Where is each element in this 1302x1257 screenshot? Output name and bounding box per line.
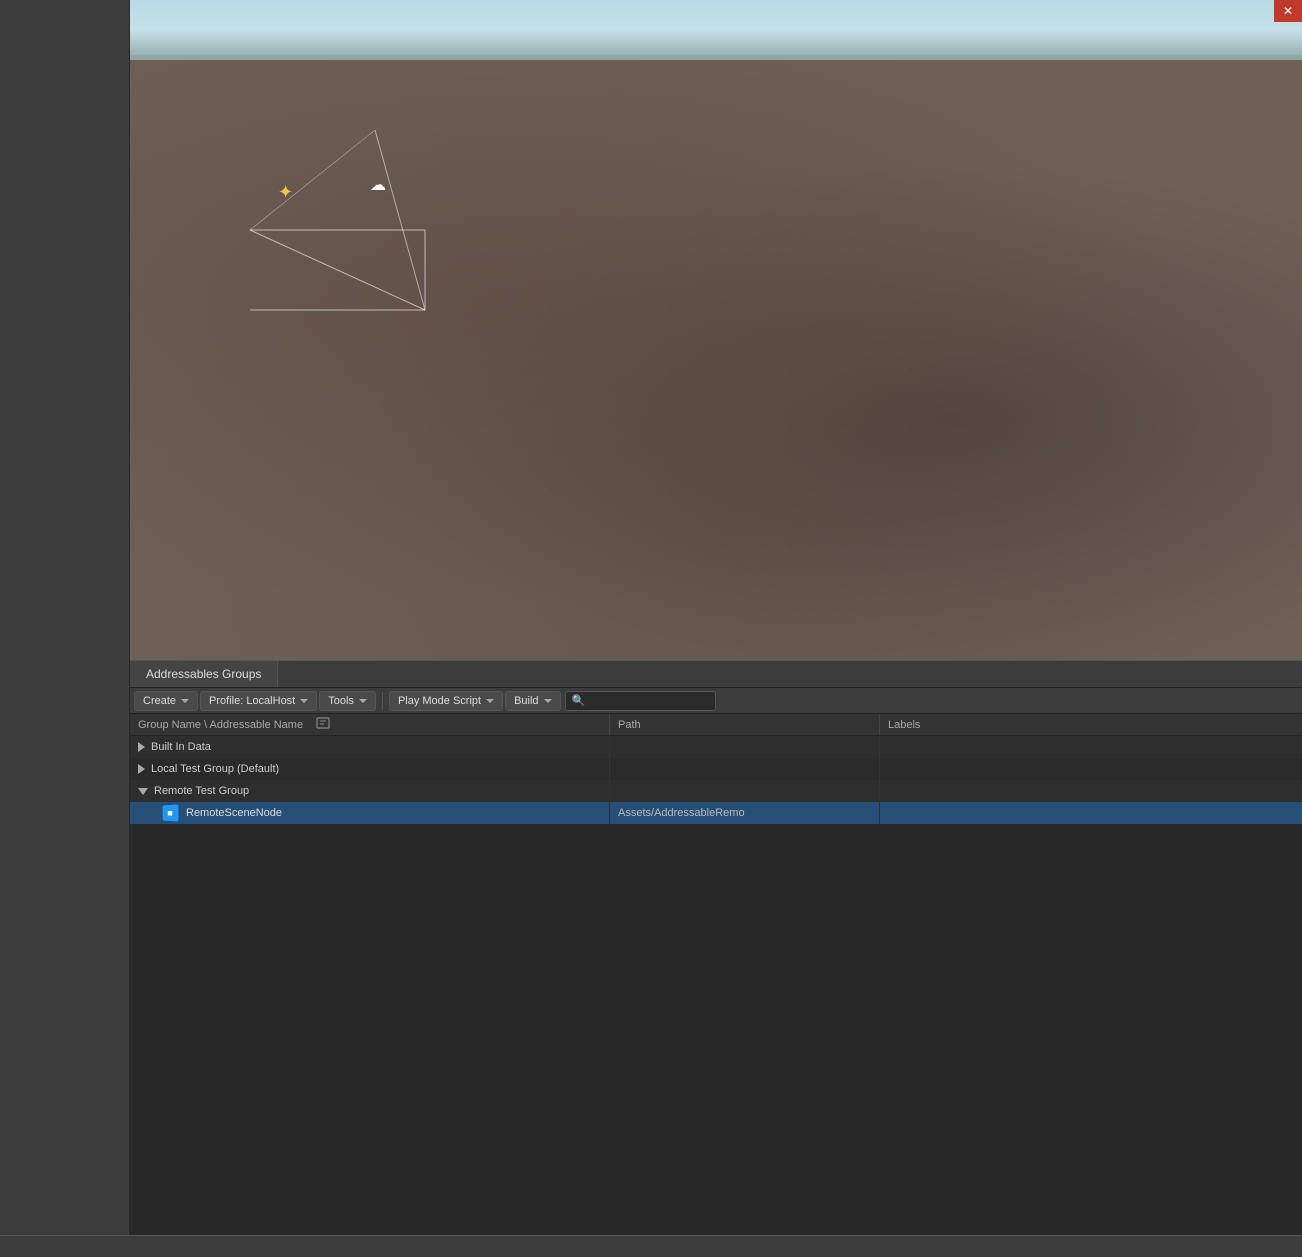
create-button[interactable]: Create	[134, 691, 198, 711]
build-button[interactable]: Build	[505, 691, 560, 711]
addressables-groups-tab[interactable]: Addressables Groups	[130, 661, 278, 687]
status-bar	[0, 1235, 1302, 1257]
table-row[interactable]: ■ RemoteSceneNode Assets/AddressableRemo	[130, 802, 1302, 824]
group-path-local	[610, 758, 880, 780]
close-button[interactable]: ✕	[1274, 0, 1302, 22]
addressables-toolbar: Create Profile: LocalHost Tools Play Mod…	[130, 688, 1302, 714]
group-name-built-in: Built In Data	[130, 736, 610, 758]
expand-icon	[138, 764, 145, 774]
expand-icon	[138, 742, 145, 752]
asset-labels-remote-scene-node	[880, 802, 1302, 824]
group-path-remote	[610, 780, 880, 802]
table-row[interactable]: Remote Test Group	[130, 780, 1302, 802]
sort-icon	[315, 715, 331, 734]
search-input[interactable]	[589, 695, 709, 707]
group-name-local: Local Test Group (Default)	[130, 758, 610, 780]
collapse-icon	[138, 788, 148, 795]
profile-button[interactable]: Profile: LocalHost	[200, 691, 317, 711]
cube-icon: ■	[163, 804, 179, 821]
toolbar-separator	[382, 692, 383, 710]
panel-tab-bar: Addressables Groups	[130, 660, 1302, 688]
group-labels-local	[880, 758, 1302, 780]
column-headers: Group Name \ Addressable Name Path Label…	[130, 714, 1302, 736]
cloud-icon: ☁	[370, 175, 386, 195]
play-mode-dropdown-icon	[486, 699, 494, 703]
groups-table: Built In Data Local Test Group (Default)…	[130, 736, 1302, 1257]
sun-icon: ✦	[278, 182, 296, 200]
col-header-path: Path	[610, 714, 880, 735]
col-header-labels: Labels	[880, 714, 1302, 735]
scene-viewport: ✦ ☁	[130, 0, 1302, 660]
scene-grid-lines	[130, 0, 1302, 660]
asset-name-remote-scene-node: ■ RemoteSceneNode	[130, 802, 610, 824]
group-name-remote: Remote Test Group	[130, 780, 610, 802]
table-row[interactable]: Local Test Group (Default)	[130, 758, 1302, 780]
search-icon: 🔍	[572, 694, 586, 707]
play-mode-script-button[interactable]: Play Mode Script	[389, 691, 503, 711]
table-row[interactable]: Built In Data	[130, 736, 1302, 758]
tools-dropdown-icon	[359, 699, 367, 703]
left-sidebar	[0, 0, 130, 1257]
tools-button[interactable]: Tools	[319, 691, 376, 711]
col-header-name: Group Name \ Addressable Name	[130, 714, 610, 735]
search-box[interactable]: 🔍	[565, 691, 717, 711]
addressables-panel: Addressables Groups Create Profile: Loca…	[130, 660, 1302, 1257]
asset-path-remote-scene-node: Assets/AddressableRemo	[610, 802, 880, 824]
group-labels-built-in	[880, 736, 1302, 758]
group-path-built-in	[610, 736, 880, 758]
group-labels-remote	[880, 780, 1302, 802]
build-dropdown-icon	[544, 699, 552, 703]
create-dropdown-icon	[181, 699, 189, 703]
profile-dropdown-icon	[300, 699, 308, 703]
